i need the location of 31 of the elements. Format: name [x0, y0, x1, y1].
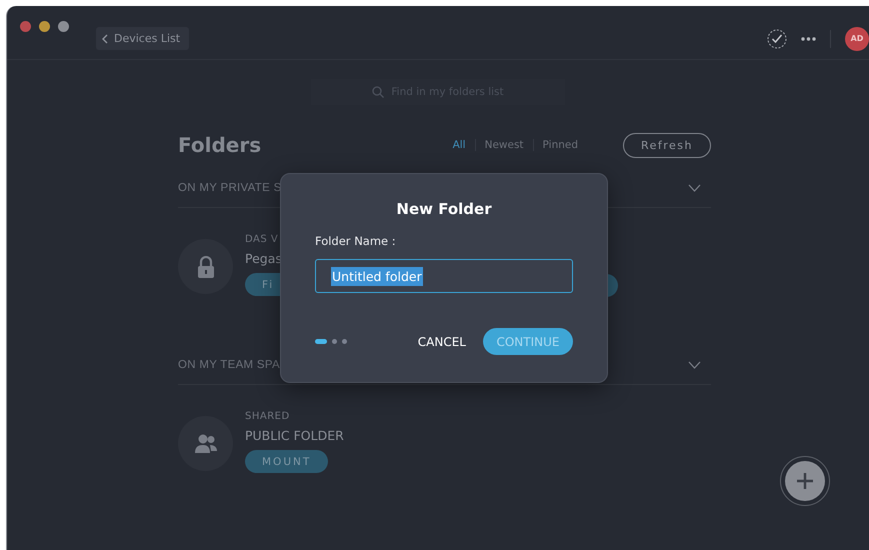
section-title: ON MY TEAM SPA: [178, 358, 280, 370]
page-title: Folders: [178, 133, 262, 157]
filter-tab[interactable]: Newest: [474, 139, 533, 151]
close-window-button[interactable]: [20, 21, 31, 32]
plus-icon: [796, 472, 814, 490]
chevron-down-icon[interactable]: [688, 184, 701, 192]
filter-tab[interactable]: All: [444, 139, 475, 151]
folder-type: DAS V: [245, 234, 278, 245]
field-label: Folder Name :: [315, 234, 397, 248]
add-button[interactable]: [780, 456, 830, 506]
cancel-button[interactable]: CANCEL: [418, 334, 466, 348]
folder-type: SHARED: [245, 411, 290, 422]
more-icon[interactable]: [801, 36, 816, 40]
lock-icon: [196, 256, 214, 278]
search-icon: [372, 86, 384, 98]
people-icon: [194, 434, 216, 454]
filter-tab[interactable]: Pinned: [532, 139, 587, 151]
chevron-left-icon: [102, 34, 108, 44]
back-button[interactable]: Devices List: [96, 27, 190, 50]
folder-action-button[interactable]: MOUNT: [245, 450, 328, 473]
continue-button[interactable]: CONTINUE: [483, 328, 573, 355]
check-circle-icon[interactable]: [767, 28, 787, 48]
chevron-down-icon[interactable]: [688, 360, 701, 368]
user-avatar[interactable]: AD: [845, 26, 869, 50]
refresh-button[interactable]: Refresh: [623, 132, 711, 158]
minimize-window-button[interactable]: [39, 21, 50, 32]
dialog-title: New Folder: [396, 200, 492, 218]
folder-name: Pegas: [245, 251, 282, 266]
folder-name-field[interactable]: Untitled folder: [315, 259, 573, 293]
zoom-window-button[interactable]: [58, 21, 69, 32]
folder-name: PUBLIC FOLDER: [245, 428, 344, 443]
